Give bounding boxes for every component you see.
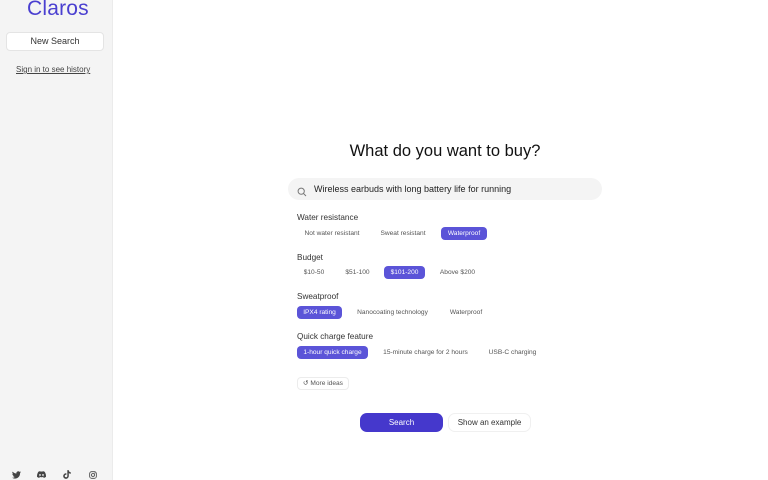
chip-sweatproof-waterproof[interactable]: Waterproof xyxy=(443,306,489,319)
chip-budget-101-200-selected[interactable]: $101-200 xyxy=(384,266,425,279)
search-icon xyxy=(297,184,307,197)
logo[interactable]: Claros xyxy=(27,0,89,21)
search-button[interactable]: Search xyxy=(360,413,443,432)
chip-budget-10-50[interactable]: $10-50 xyxy=(297,266,331,279)
twitter-icon[interactable] xyxy=(12,470,21,479)
chip-budget-above-200[interactable]: Above $200 xyxy=(433,266,482,279)
filter-label-sweatproof: Sweatproof xyxy=(297,292,339,301)
chip-nanocoating-technology[interactable]: Nanocoating technology xyxy=(350,306,435,319)
chip-budget-51-100[interactable]: $51-100 xyxy=(338,266,377,279)
chip-1-hour-quick-charge-selected[interactable]: 1-hour quick charge xyxy=(297,346,368,359)
page-title: What do you want to buy? xyxy=(349,142,541,160)
chip-waterproof-selected[interactable]: Waterproof xyxy=(441,227,487,240)
sidebar: Claros New Search Sign in to see history xyxy=(0,0,113,480)
chip-15-minute-charge[interactable]: 15-minute charge for 2 hours xyxy=(376,346,475,359)
instagram-icon[interactable] xyxy=(88,470,97,479)
show-example-button[interactable]: Show an example xyxy=(448,413,531,432)
search-query-text[interactable]: Wireless earbuds with long battery life … xyxy=(314,184,511,194)
tiktok-icon[interactable] xyxy=(62,470,71,479)
chip-sweat-resistant[interactable]: Sweat resistant xyxy=(374,227,432,240)
app: Claros New Search Sign in to see history… xyxy=(0,0,768,480)
filter-label-quick-charge: Quick charge feature xyxy=(297,332,374,341)
social-links xyxy=(0,470,113,480)
filter-label-budget: Budget xyxy=(297,253,323,262)
search-input[interactable]: Wireless earbuds with long battery life … xyxy=(288,178,602,200)
filter-label-water-resistance: Water resistance xyxy=(297,213,359,222)
more-ideas-button[interactable]: ↺ More ideas xyxy=(297,377,349,390)
discord-icon[interactable] xyxy=(37,470,46,479)
chip-not-water-resistant[interactable]: Not water resistant xyxy=(297,227,367,240)
sign-in-link[interactable]: Sign in to see history xyxy=(16,65,90,74)
new-search-button[interactable]: New Search xyxy=(6,32,104,51)
chip-ipx4-rating-selected[interactable]: IPX4 rating xyxy=(297,306,342,319)
chip-usb-c-charging[interactable]: USB-C charging xyxy=(483,346,542,359)
